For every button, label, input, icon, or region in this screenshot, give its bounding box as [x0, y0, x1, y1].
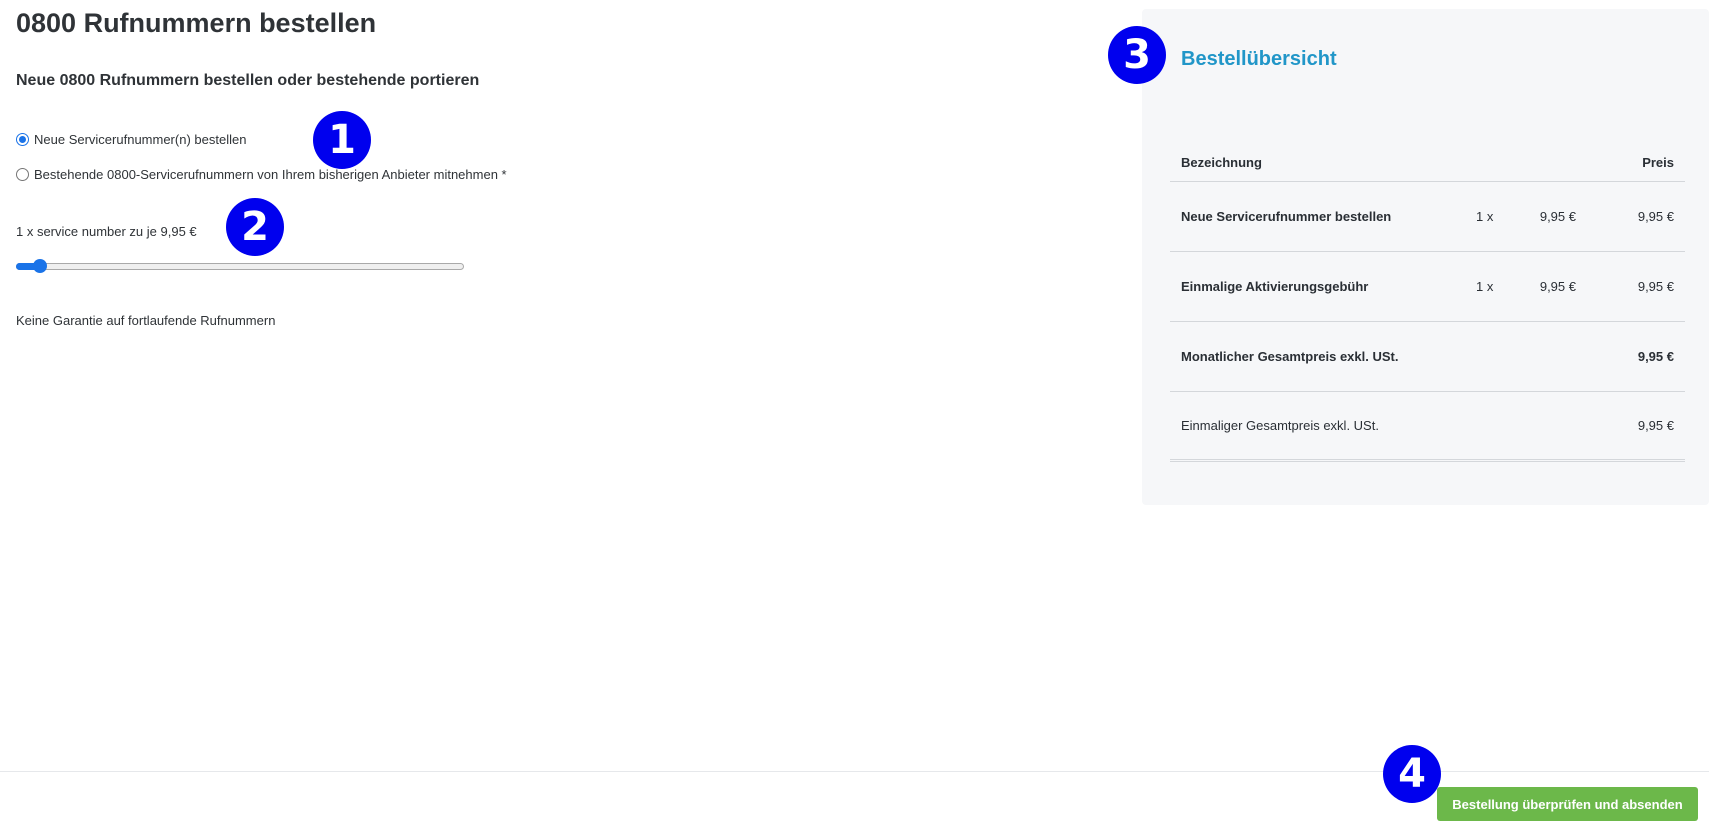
row-name: Neue Servicerufnummer bestellen — [1181, 209, 1392, 224]
table-header: Bezeichnung Preis — [1170, 155, 1685, 182]
order-summary-table: Bezeichnung Preis Neue Servicerufnummer … — [1170, 155, 1685, 462]
submit-order-button[interactable]: Bestellung überprüfen und absenden — [1437, 787, 1698, 821]
row-name: Einmaliger Gesamtpreis exkl. USt. — [1181, 418, 1379, 433]
row-price: 9,95 € — [1637, 209, 1674, 224]
radio-button-new[interactable] — [16, 133, 29, 146]
radio-port-numbers[interactable]: Bestehende 0800-Servicerufnummern von Ih… — [16, 167, 507, 182]
slider-track — [16, 263, 464, 270]
table-row: Einmaliger Gesamtpreis exkl. USt. 9,95 € — [1170, 392, 1685, 462]
row-price: 9,95 € — [1637, 279, 1674, 294]
annotation-marker-3: 3 — [1108, 26, 1166, 84]
row-qty: 1 x — [1476, 279, 1494, 294]
table-row: Neue Servicerufnummer bestellen 1 x 9,95… — [1170, 182, 1685, 252]
radio-new-numbers[interactable]: Neue Servicerufnummer(n) bestellen — [16, 132, 246, 147]
no-guarantee-note: Keine Garantie auf fortlaufende Rufnumme… — [16, 313, 276, 328]
annotation-marker-4: 4 — [1383, 745, 1441, 803]
page-title: 0800 Rufnummern bestellen — [16, 8, 377, 38]
row-price: 9,95 € — [1637, 349, 1674, 364]
radio-label-port: Bestehende 0800-Servicerufnummern von Ih… — [34, 167, 507, 182]
header-name: Bezeichnung — [1181, 155, 1262, 170]
row-unit-price: 9,95 € — [1539, 209, 1576, 224]
table-row: Einmalige Aktivierungsgebühr 1 x 9,95 € … — [1170, 252, 1685, 322]
page-subtitle: Neue 0800 Rufnummern bestellen oder best… — [16, 72, 480, 89]
row-name: Einmalige Aktivierungsgebühr — [1181, 279, 1369, 294]
footer-divider — [0, 771, 1709, 772]
radio-button-port[interactable] — [16, 168, 29, 181]
row-unit-price: 9,95 € — [1539, 279, 1576, 294]
row-price: 9,95 € — [1637, 418, 1674, 433]
quantity-slider[interactable] — [16, 259, 464, 273]
radio-label-new: Neue Servicerufnummer(n) bestellen — [34, 132, 247, 147]
slider-thumb[interactable] — [33, 259, 48, 273]
annotation-marker-1: 1 — [313, 111, 371, 169]
order-summary-panel: Bestellübersicht Bezeichnung Preis Neue … — [1142, 9, 1709, 505]
quantity-label: 1 x service number zu je 9,95 € — [16, 224, 197, 239]
table-row: Monatlicher Gesamtpreis exkl. USt. 9,95 … — [1170, 322, 1685, 392]
header-price: Preis — [1642, 155, 1674, 170]
order-summary-title: Bestellübersicht — [1181, 48, 1337, 70]
row-qty: 1 x — [1476, 209, 1494, 224]
row-name: Monatlicher Gesamtpreis exkl. USt. — [1181, 349, 1399, 364]
annotation-marker-2: 2 — [226, 198, 284, 256]
